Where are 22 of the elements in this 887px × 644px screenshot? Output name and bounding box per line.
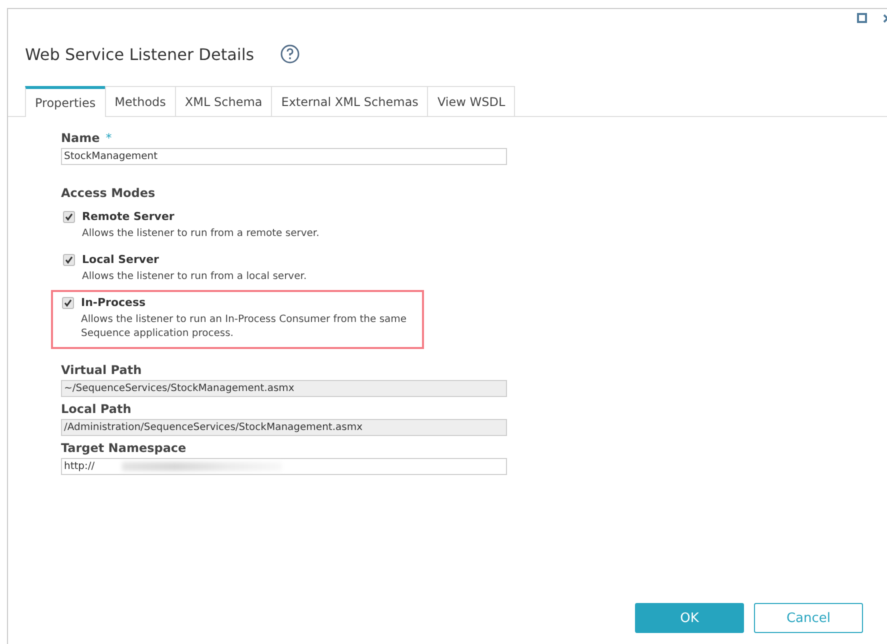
checkbox[interactable] bbox=[62, 296, 74, 308]
checkbox[interactable] bbox=[63, 210, 75, 222]
tab[interactable]: Properties bbox=[25, 86, 106, 117]
checkbox[interactable] bbox=[63, 254, 75, 266]
tab[interactable]: View WSDL bbox=[427, 86, 516, 116]
field-label: Local Path bbox=[61, 402, 132, 417]
input-field[interactable]: http:// bbox=[61, 458, 507, 475]
field-label: Target Namespace bbox=[61, 441, 186, 456]
maximize-icon[interactable] bbox=[857, 13, 867, 23]
option-description: Allows the listener to run from a local server. bbox=[82, 270, 308, 284]
help-icon[interactable] bbox=[280, 44, 300, 64]
input-field[interactable]: StockManagement bbox=[61, 148, 507, 165]
window-title: Web Service Listener Details bbox=[25, 44, 254, 64]
field-label: Virtual Path bbox=[61, 363, 142, 378]
checkbox-label: Remote Server bbox=[82, 210, 174, 223]
field-label: Name bbox=[61, 131, 100, 146]
option-description: Allows the listener to run from a remote server. bbox=[82, 227, 320, 241]
required-mark: * bbox=[106, 131, 112, 146]
checkbox-label: In-Process bbox=[81, 296, 146, 309]
checkbox-label: Local Server bbox=[82, 253, 159, 266]
section-heading: Access Modes bbox=[61, 186, 156, 200]
option-description: Allows the listener to run an In-Process Consumer from the same Sequence application process. bbox=[81, 313, 408, 341]
